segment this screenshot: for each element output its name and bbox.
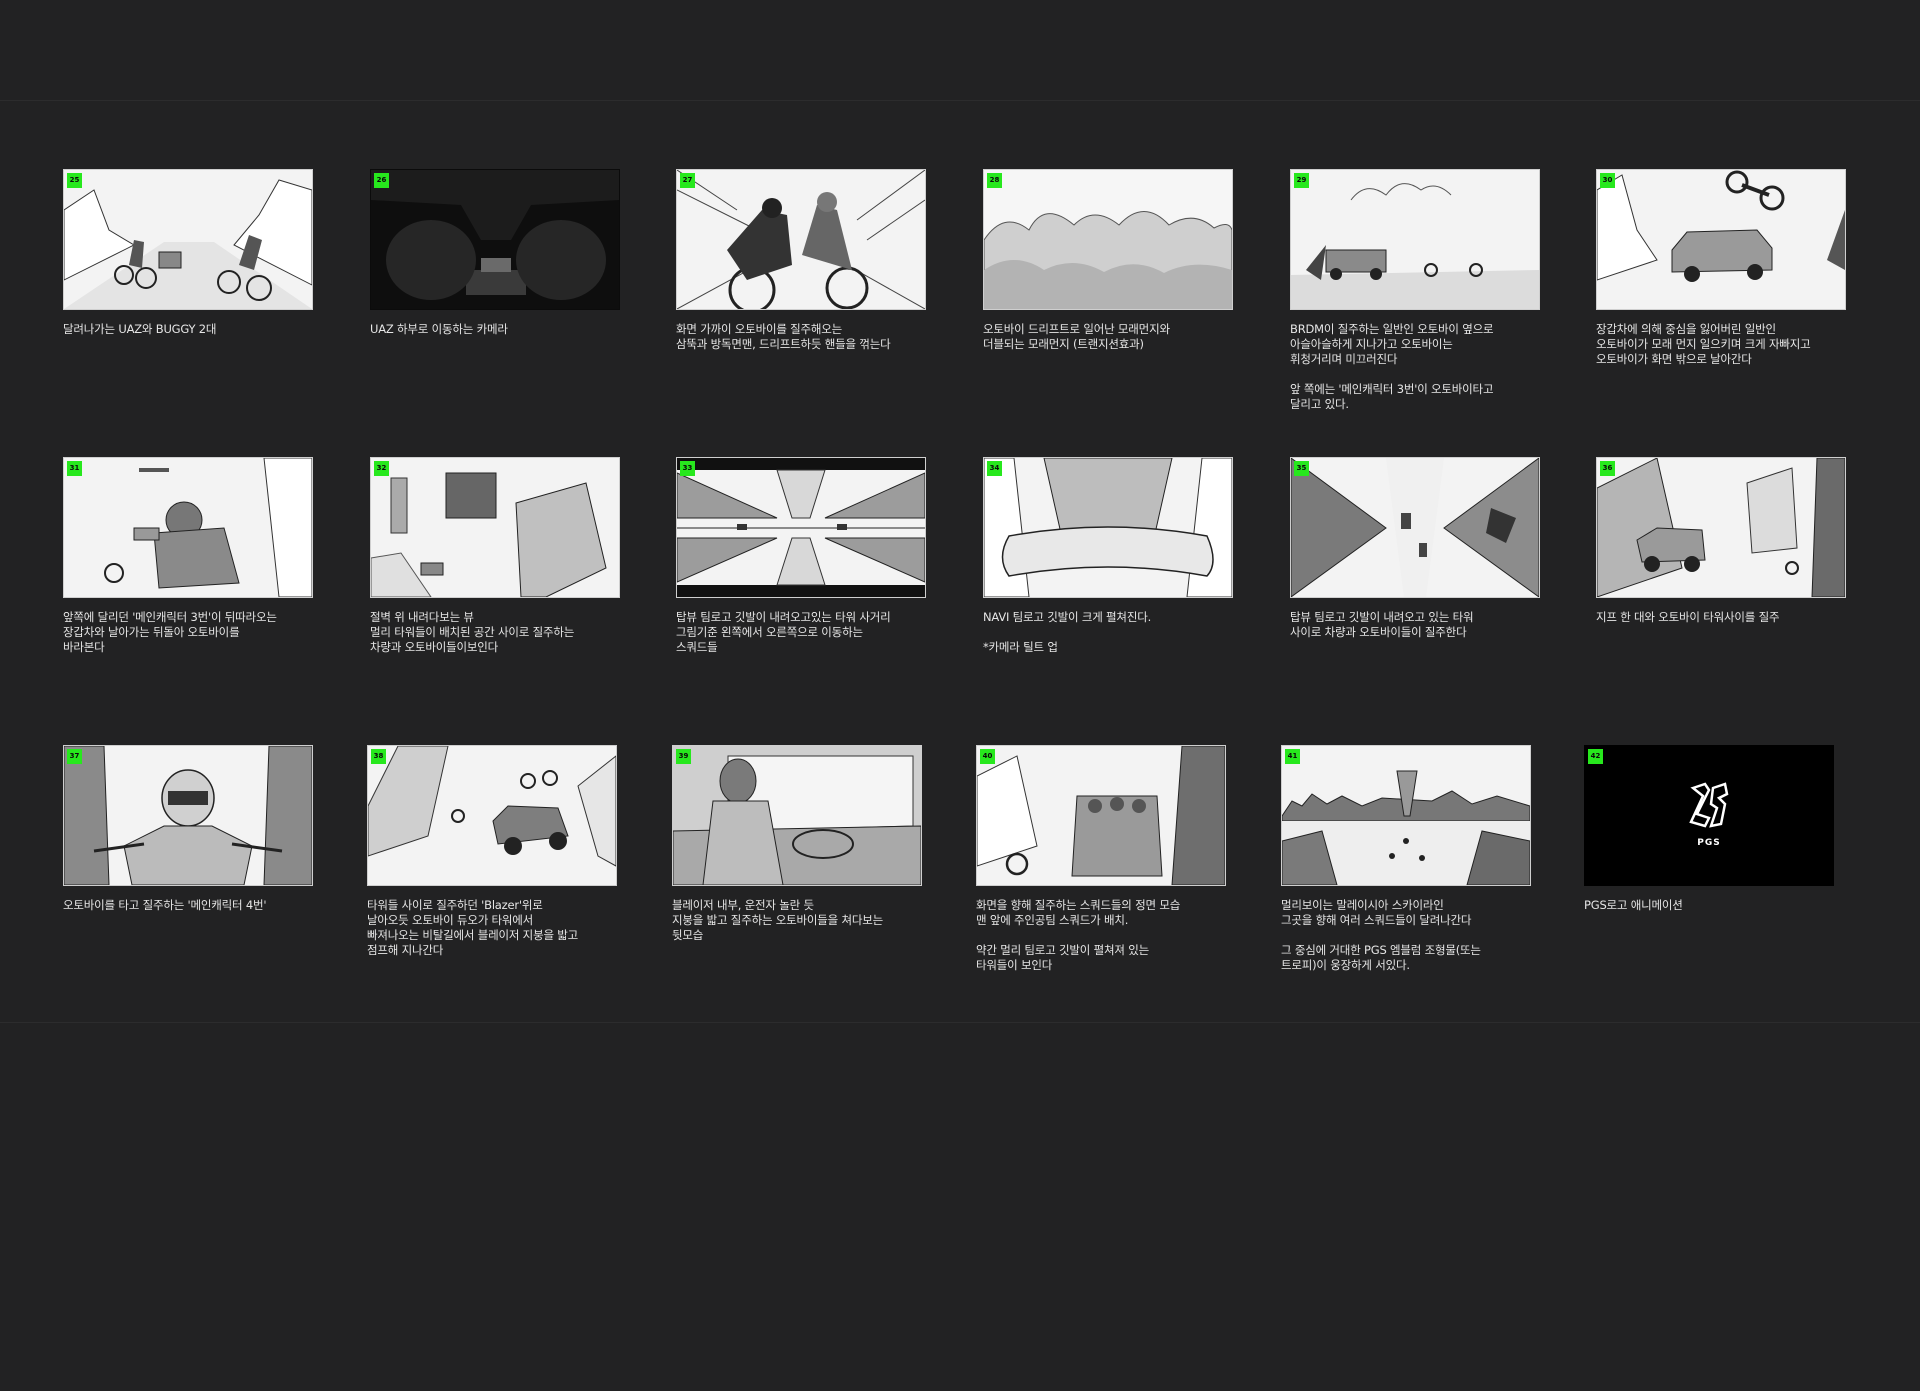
panel-number: 40 <box>980 749 995 764</box>
panel-caption: 블레이저 내부, 운전자 놀란 듯 지붕을 밟고 질주하는 오토바이들을 쳐다보… <box>672 898 884 942</box>
panel-number: 26 <box>374 173 389 188</box>
panel-number: 32 <box>374 461 389 476</box>
panel-caption: 화면 가까이 오토바이를 질주해오는 삼뚝과 방독면맨, 드리프트하듯 핸들을 꺾… <box>676 322 891 351</box>
panel-37: 37 오토바이를 타고 질주하는 '메인캐릭터 4번' <box>63 745 313 913</box>
sketch-illustration <box>673 746 921 885</box>
sketch-illustration <box>977 746 1225 885</box>
panel-frame: 35 <box>1290 457 1540 598</box>
sketch-illustration <box>64 746 312 885</box>
panel-frame: 28 <box>983 169 1233 310</box>
top-divider <box>0 100 1920 101</box>
sketch-illustration <box>371 170 619 309</box>
panel-30: 30 장갑차에 의해 중심을 잃어버린 일반인 오토바이가 모래 먼지 일으키며… <box>1596 169 1846 367</box>
panel-number: 41 <box>1285 749 1300 764</box>
panel-frame: 26 <box>370 169 620 310</box>
panel-number: 27 <box>680 173 695 188</box>
panel-caption: BRDM이 질주하는 일반인 오토바이 옆으로 아슬아슬하게 지나가고 오토바이… <box>1290 322 1494 411</box>
panel-number: 31 <box>67 461 82 476</box>
panel-frame: 29 <box>1290 169 1540 310</box>
panel-caption: PGS로고 애니메이션 <box>1584 898 1683 912</box>
panel-number: 30 <box>1600 173 1615 188</box>
sketch-illustration <box>1597 170 1845 282</box>
panel-caption: 오토바이 드리프트로 일어난 모래먼지와 더블되는 모래먼지 (트랜지션효과) <box>983 322 1170 351</box>
sketch-illustration <box>677 458 925 597</box>
panel-number: 25 <box>67 173 82 188</box>
panel-31: 31 앞쪽에 달리던 '메인캐릭터 3번'이 뒤따라오는 장갑차와 날아가는 뒤… <box>63 457 313 655</box>
panel-caption: 화면을 향해 질주하는 스쿼드들의 정면 모습 맨 앞에 주인공팀 스쿼드가 배… <box>976 898 1181 972</box>
panel-number: 35 <box>1294 461 1309 476</box>
panel-25: 25 달려나가는 UAZ와 BUGGY 2대 <box>63 169 313 337</box>
panel-39: 39 블레이저 내부, 운전자 놀란 듯 지붕을 밟고 질주하는 오토바이들을 … <box>672 745 922 943</box>
panel-42: 42 PGS PGS로고 애니메이션 <box>1584 745 1834 913</box>
sketch-illustration <box>371 472 607 597</box>
panel-caption: 멀리보이는 말레이시아 스카이라인 그곳을 향해 여러 스쿼드들이 달려나간다 … <box>1281 898 1481 972</box>
panel-frame: 30 <box>1596 169 1846 310</box>
sketch-illustration <box>677 170 925 309</box>
panel-caption: 지프 한 대와 오토바이 타워사이를 질주 <box>1596 610 1780 624</box>
panel-29: 29 BRDM이 질주하는 일반인 오토바이 옆으로 아슬아슬하게 지나가고 오… <box>1290 169 1540 412</box>
panel-frame: 42 PGS <box>1584 745 1834 886</box>
sketch-illustration <box>368 746 616 867</box>
panel-number: 29 <box>1294 173 1309 188</box>
panel-frame: 31 <box>63 457 313 598</box>
panel-caption: UAZ 하부로 이동하는 카메라 <box>370 322 508 336</box>
panel-41: 41 멀리보이는 말레이시아 스카이라인 그곳을 향해 여러 스쿼드들이 달려나… <box>1281 745 1531 973</box>
panel-frame: 38 <box>367 745 617 886</box>
panel-33: 33 탑뷰 팀로고 깃발이 내려오고있는 타워 사거리 그림기준 왼쪽에서 오른… <box>676 457 926 655</box>
bottom-divider <box>0 1022 1920 1023</box>
panel-caption: NAVI 팀로고 깃발이 크게 펼쳐진다. *카메라 틸트 업 <box>983 610 1152 654</box>
panel-38: 38 타워들 사이로 질주하던 'Blazer'위로 날아오듯 오토바이 듀오가… <box>367 745 617 958</box>
panel-caption: 장갑차에 의해 중심을 잃어버린 일반인 오토바이가 모래 먼지 일으키며 크게… <box>1596 322 1811 366</box>
panel-35: 35 탑뷰 팀로고 깃발이 내려오고 있는 타워 사이로 차량과 오토바이들이 … <box>1290 457 1540 640</box>
panel-40: 40 화면을 향해 질주하는 스쿼드들의 정면 모습 맨 앞에 주인공팀 스쿼드… <box>976 745 1226 973</box>
panel-number: 38 <box>371 749 386 764</box>
panel-36: 36 지프 한 대와 오토바이 타워사이를 질주 <box>1596 457 1846 625</box>
panel-number: 33 <box>680 461 695 476</box>
panel-number: 34 <box>987 461 1002 476</box>
sketch-illustration <box>64 179 312 309</box>
sketch-illustration <box>1291 458 1539 597</box>
panel-26: 26 UAZ 하부로 이동하는 카메라 <box>370 169 620 337</box>
panel-number: 39 <box>676 749 691 764</box>
sketch-illustration <box>984 170 1232 309</box>
panel-caption: 타워들 사이로 질주하던 'Blazer'위로 날아오듯 오토바이 듀오가 타워… <box>367 898 579 957</box>
sketch-illustration <box>104 458 312 597</box>
panel-frame: 37 <box>63 745 313 886</box>
panel-caption: 탑뷰 팀로고 깃발이 내려오고있는 타워 사거리 그림기준 왼쪽에서 오른쪽으로… <box>676 610 891 654</box>
panel-number: 42 <box>1588 749 1603 764</box>
panel-27: 27 화면 가까이 오토바이를 질주해오는 삼뚝과 방독면맨, 드리프트하듯 핸들… <box>676 169 926 352</box>
panel-32: 32 절벽 위 내려다보는 뷰 멀리 타워들이 배치된 공간 사이로 질주하는 … <box>370 457 620 655</box>
panel-caption: 달려나가는 UAZ와 BUGGY 2대 <box>63 322 217 336</box>
panel-frame: 36 <box>1596 457 1846 598</box>
panel-number: 37 <box>67 749 82 764</box>
panel-caption: 앞쪽에 달리던 '메인캐릭터 3번'이 뒤따라오는 장갑차와 날아가는 뒤돌아 … <box>63 610 277 654</box>
panel-frame: 33 <box>676 457 926 598</box>
sketch-illustration <box>1597 458 1845 597</box>
panel-frame: 27 <box>676 169 926 310</box>
panel-frame: 40 <box>976 745 1226 886</box>
panel-frame: 41 <box>1281 745 1531 886</box>
sketch-illustration <box>1291 183 1539 309</box>
panel-number: 28 <box>987 173 1002 188</box>
pgs-logo-text: PGS <box>1697 838 1721 848</box>
panel-28: 28 오토바이 드리프트로 일어난 모래먼지와 더블되는 모래먼지 (트랜지션효과… <box>983 169 1233 352</box>
panel-caption: 탑뷰 팀로고 깃발이 내려오고 있는 타워 사이로 차량과 오토바이들이 질주한… <box>1290 610 1474 639</box>
panel-frame: 39 <box>672 745 922 886</box>
panel-34: 34 NAVI 팀로고 깃발이 크게 펼쳐진다. *카메라 틸트 업 <box>983 457 1233 655</box>
sketch-illustration <box>984 458 1232 597</box>
panel-frame: 34 <box>983 457 1233 598</box>
sketch-illustration <box>1282 770 1530 885</box>
panel-frame: 25 <box>63 169 313 310</box>
panel-caption: 오토바이를 타고 질주하는 '메인캐릭터 4번' <box>63 898 267 912</box>
panel-number: 36 <box>1600 461 1615 476</box>
panel-frame: 32 <box>370 457 620 598</box>
pgs-emblem <box>1689 782 1729 828</box>
panel-caption: 절벽 위 내려다보는 뷰 멀리 타워들이 배치된 공간 사이로 질주하는 차량과… <box>370 610 575 654</box>
